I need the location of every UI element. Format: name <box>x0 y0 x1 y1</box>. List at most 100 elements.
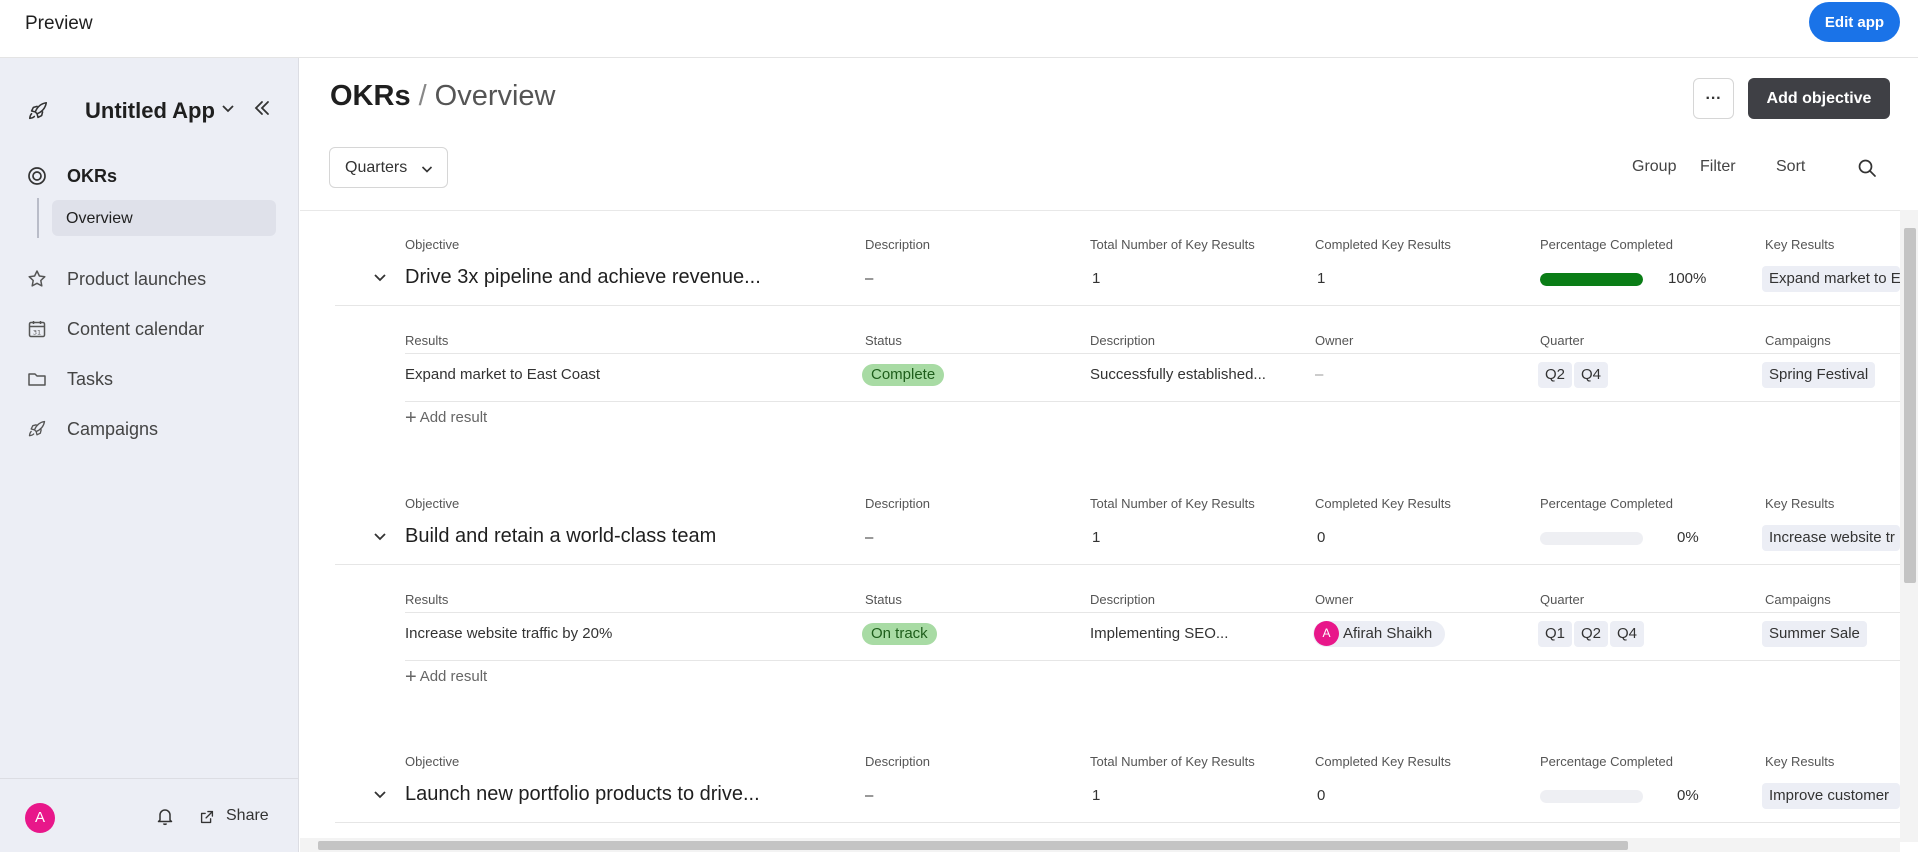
user-avatar[interactable]: A <box>25 803 55 833</box>
header-key-results: Key Results <box>1765 496 1835 511</box>
sidebar-item-okrs[interactable]: OKRs <box>0 158 299 194</box>
owner-chip[interactable]: A Afirah Shaikh <box>1313 621 1446 647</box>
status-badge: On track <box>862 623 937 645</box>
row-divider <box>405 353 1900 354</box>
chevron-down-icon[interactable] <box>372 786 388 802</box>
folder-icon <box>28 373 46 386</box>
preview-title: Preview <box>25 13 93 34</box>
objective-title[interactable]: Drive 3x pipeline and achieve revenue... <box>405 266 761 289</box>
breadcrumb-separator: / <box>418 80 427 112</box>
chevron-down-icon[interactable] <box>372 269 388 285</box>
page-title-overview: Overview <box>434 80 556 112</box>
page-title: OKRs / Overview <box>330 80 556 113</box>
scrollbar-thumb[interactable] <box>1904 228 1916 583</box>
header-quarter: Quarter <box>1540 333 1585 348</box>
objective-description: – <box>865 529 874 546</box>
edit-app-button[interactable]: Edit app <box>1809 2 1900 42</box>
key-result-tag[interactable]: Improve customer <box>1762 783 1900 809</box>
status-badge: Complete <box>862 364 945 386</box>
header-result-description: Description <box>1090 333 1156 348</box>
plus-icon: + <box>405 407 417 429</box>
sidebar-item-campaigns[interactable]: Campaigns <box>0 411 299 447</box>
sidebar-item-label: Content calendar <box>67 319 205 339</box>
row-divider <box>335 822 1900 823</box>
objective-description: – <box>865 270 874 287</box>
bell-icon[interactable] <box>155 806 175 826</box>
header-owner: Owner <box>1315 592 1354 607</box>
sidebar-item-label: Product launches <box>67 269 207 289</box>
calendar-day: 31 <box>33 328 41 336</box>
add-result-label: Add result <box>419 409 488 426</box>
header-completed-key-results: Completed Key Results <box>1315 754 1451 769</box>
row-divider <box>335 564 1900 565</box>
chevron-down-icon[interactable] <box>372 528 388 544</box>
app-switcher[interactable]: Untitled App <box>0 86 299 134</box>
header-completed-key-results: Completed Key Results <box>1315 496 1451 511</box>
key-result-tag[interactable]: Expand market to E <box>1762 266 1900 292</box>
progress-bar <box>1540 532 1643 545</box>
result-name[interactable]: Increase website traffic by 20% <box>405 625 612 642</box>
sidebar-item-content-calendar[interactable]: 31 Content calendar <box>0 311 299 347</box>
chevron-down-icon <box>421 166 433 173</box>
objective-percent: 0% <box>1677 787 1699 804</box>
header-key-results: Key Results <box>1765 237 1835 252</box>
objective-completed: 1 <box>1317 270 1326 287</box>
subnav-line <box>37 198 39 238</box>
header-status: Status <box>865 592 902 607</box>
objective-description: – <box>865 787 874 804</box>
okr-table: Objective Description Total Number of Ke… <box>300 210 1918 842</box>
header-results: Results <box>405 333 449 348</box>
campaign-tag[interactable]: Spring Festival <box>1762 362 1876 388</box>
quarter-tag: Q2 <box>1538 362 1573 388</box>
objective-title[interactable]: Build and retain a world-class team <box>405 525 716 548</box>
target-icon <box>28 167 46 185</box>
header-total-key-results: Total Number of Key Results <box>1090 237 1255 252</box>
quarters-dropdown[interactable]: Quarters <box>329 147 448 188</box>
header-results: Results <box>405 592 449 607</box>
sort-button[interactable]: Sort <box>1776 158 1805 176</box>
row-divider <box>405 660 1900 661</box>
rocket-icon <box>28 101 48 120</box>
chevron-down-icon[interactable] <box>220 100 236 116</box>
header-objective: Objective <box>405 754 460 769</box>
more-options-button[interactable]: ··· <box>1693 78 1734 119</box>
progress-bar <box>1540 273 1643 286</box>
result-description: Successfully established... <box>1090 366 1266 383</box>
header-percentage-completed: Percentage Completed <box>1540 496 1673 511</box>
page-title-okrs[interactable]: OKRs <box>330 80 411 112</box>
header-objective: Objective <box>405 237 460 252</box>
sidebar-footer: A Share <box>0 778 299 852</box>
sidebar-subitem-overview[interactable]: Overview <box>52 200 276 236</box>
header-total-key-results: Total Number of Key Results <box>1090 754 1255 769</box>
rocket-icon <box>28 420 46 437</box>
group-button[interactable]: Group <box>1632 158 1676 176</box>
add-result-button[interactable]: + Add result <box>405 666 487 689</box>
sidebar-item-tasks[interactable]: Tasks <box>0 361 299 397</box>
sidebar-item-product-launches[interactable]: Product launches <box>0 261 299 297</box>
sidebar-item-label: Tasks <box>67 369 114 389</box>
key-result-tag[interactable]: Increase website tr <box>1762 525 1900 551</box>
add-objective-button[interactable]: Add objective <box>1748 78 1890 119</box>
owner-avatar: A <box>1314 621 1339 646</box>
quarter-tag: Q4 <box>1610 621 1645 647</box>
objective-completed: 0 <box>1317 529 1326 546</box>
header-quarter: Quarter <box>1540 592 1585 607</box>
app-name: Untitled App <box>85 98 215 123</box>
objective-title[interactable]: Launch new portfolio products to drive..… <box>405 783 760 806</box>
campaign-tag[interactable]: Summer Sale <box>1762 621 1867 647</box>
collapse-sidebar-icon[interactable] <box>252 98 272 118</box>
quarter-tag: Q1 <box>1538 621 1573 647</box>
vertical-scrollbar[interactable] <box>1900 210 1918 842</box>
objective-completed: 0 <box>1317 787 1326 804</box>
header-owner: Owner <box>1315 333 1354 348</box>
calendar-icon: 31 <box>28 321 46 338</box>
scrollbar-thumb[interactable] <box>318 841 1628 850</box>
horizontal-scrollbar[interactable] <box>300 838 1900 852</box>
progress-fill <box>1540 273 1643 286</box>
star-icon <box>28 270 46 287</box>
search-icon[interactable] <box>1857 158 1877 178</box>
filter-button[interactable]: Filter <box>1700 158 1736 176</box>
sidebar-item-label: Campaigns <box>67 419 159 439</box>
add-result-button[interactable]: + Add result <box>405 407 487 430</box>
result-name[interactable]: Expand market to East Coast <box>405 366 600 383</box>
